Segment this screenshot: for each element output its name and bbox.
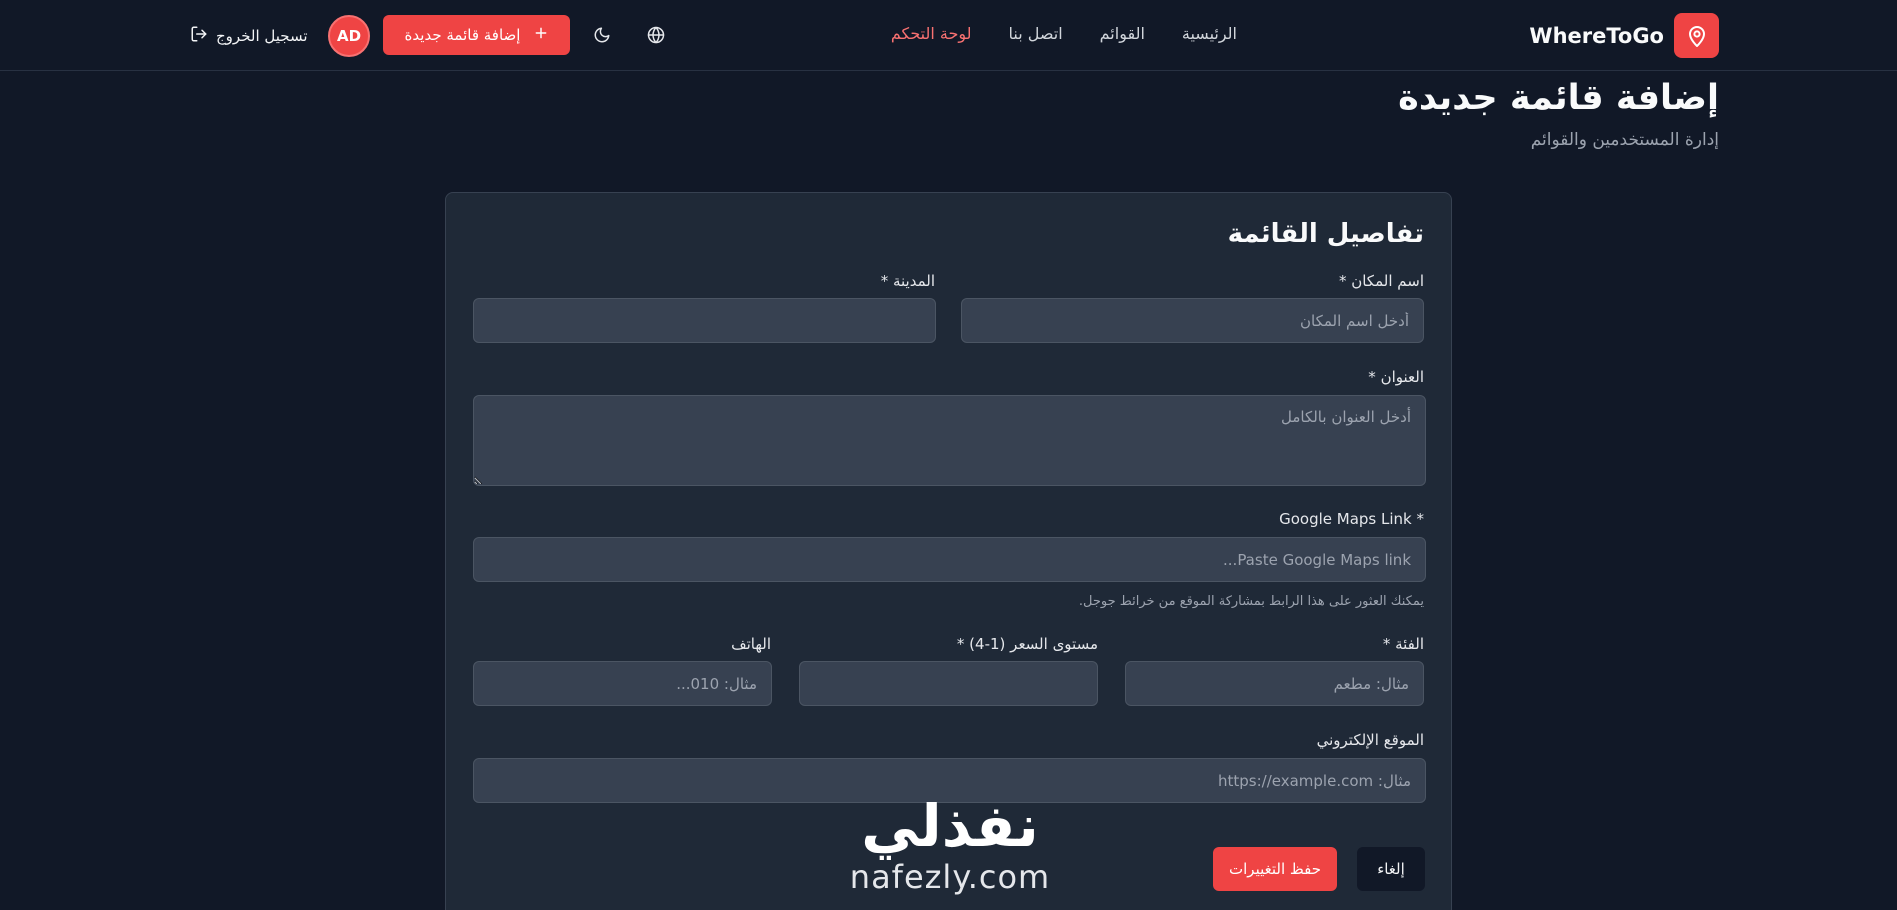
- nav-item-listings[interactable]: القوائم: [1100, 24, 1145, 43]
- logout-button[interactable]: تسجيل الخروج: [190, 25, 308, 47]
- form-title: تفاصيل القائمة: [1227, 219, 1424, 249]
- website-label: الموقع الإلكتروني: [1316, 731, 1424, 749]
- globe-icon[interactable]: [645, 24, 667, 46]
- plus-icon: [534, 26, 548, 44]
- phone-label: الهاتف: [731, 635, 771, 653]
- main-nav: الرئيسية القوائم اتصل بنا لوحة التحكم: [891, 24, 1237, 43]
- price-level-input[interactable]: [799, 661, 1098, 706]
- top-navbar: WhereToGo الرئيسية القوائم اتصل بنا لوحة…: [0, 0, 1897, 71]
- page-subtitle: إدارة المستخدمين والقوائم: [1530, 130, 1719, 150]
- listing-form-card: تفاصيل القائمة اسم المكان * المدينة * ال…: [445, 192, 1452, 910]
- category-label: الفئة *: [1382, 635, 1424, 653]
- header-actions: تسجيل الخروج AD إضافة قائمة جديدة: [190, 15, 665, 57]
- city-label: المدينة *: [880, 272, 935, 290]
- maps-link-input[interactable]: [473, 537, 1426, 582]
- address-textarea[interactable]: [473, 395, 1426, 486]
- website-input[interactable]: [473, 758, 1426, 803]
- add-listing-label: إضافة قائمة جديدة: [404, 26, 521, 44]
- save-button[interactable]: حفظ التغييرات: [1213, 847, 1337, 891]
- avatar[interactable]: AD: [328, 15, 370, 57]
- logout-icon: [190, 25, 208, 47]
- map-pin-icon: [1674, 13, 1719, 58]
- brand-name: WhereToGo: [1529, 23, 1664, 48]
- nav-item-contact[interactable]: اتصل بنا: [1009, 24, 1063, 43]
- nav-item-home[interactable]: الرئيسية: [1182, 24, 1237, 43]
- place-name-label: اسم المكان *: [1338, 272, 1424, 290]
- brand[interactable]: WhereToGo: [1529, 13, 1719, 58]
- cancel-button[interactable]: إلغاء: [1357, 847, 1425, 891]
- page-title: إضافة قائمة جديدة: [1398, 78, 1719, 118]
- add-listing-button[interactable]: إضافة قائمة جديدة: [383, 15, 570, 55]
- maps-link-label: Google Maps Link *: [1279, 510, 1424, 528]
- address-label: العنوان *: [1368, 368, 1424, 386]
- logout-label: تسجيل الخروج: [216, 26, 308, 45]
- category-input[interactable]: [1125, 661, 1424, 706]
- price-level-label: مستوى السعر (1-4) *: [956, 635, 1098, 653]
- moon-icon[interactable]: [591, 24, 613, 46]
- phone-input[interactable]: [473, 661, 772, 706]
- nav-item-dashboard[interactable]: لوحة التحكم: [891, 24, 972, 43]
- maps-link-hint: يمكنك العثور على هذا الرابط بمشاركة المو…: [1078, 594, 1424, 609]
- city-input[interactable]: [473, 298, 936, 343]
- place-name-input[interactable]: [961, 298, 1424, 343]
